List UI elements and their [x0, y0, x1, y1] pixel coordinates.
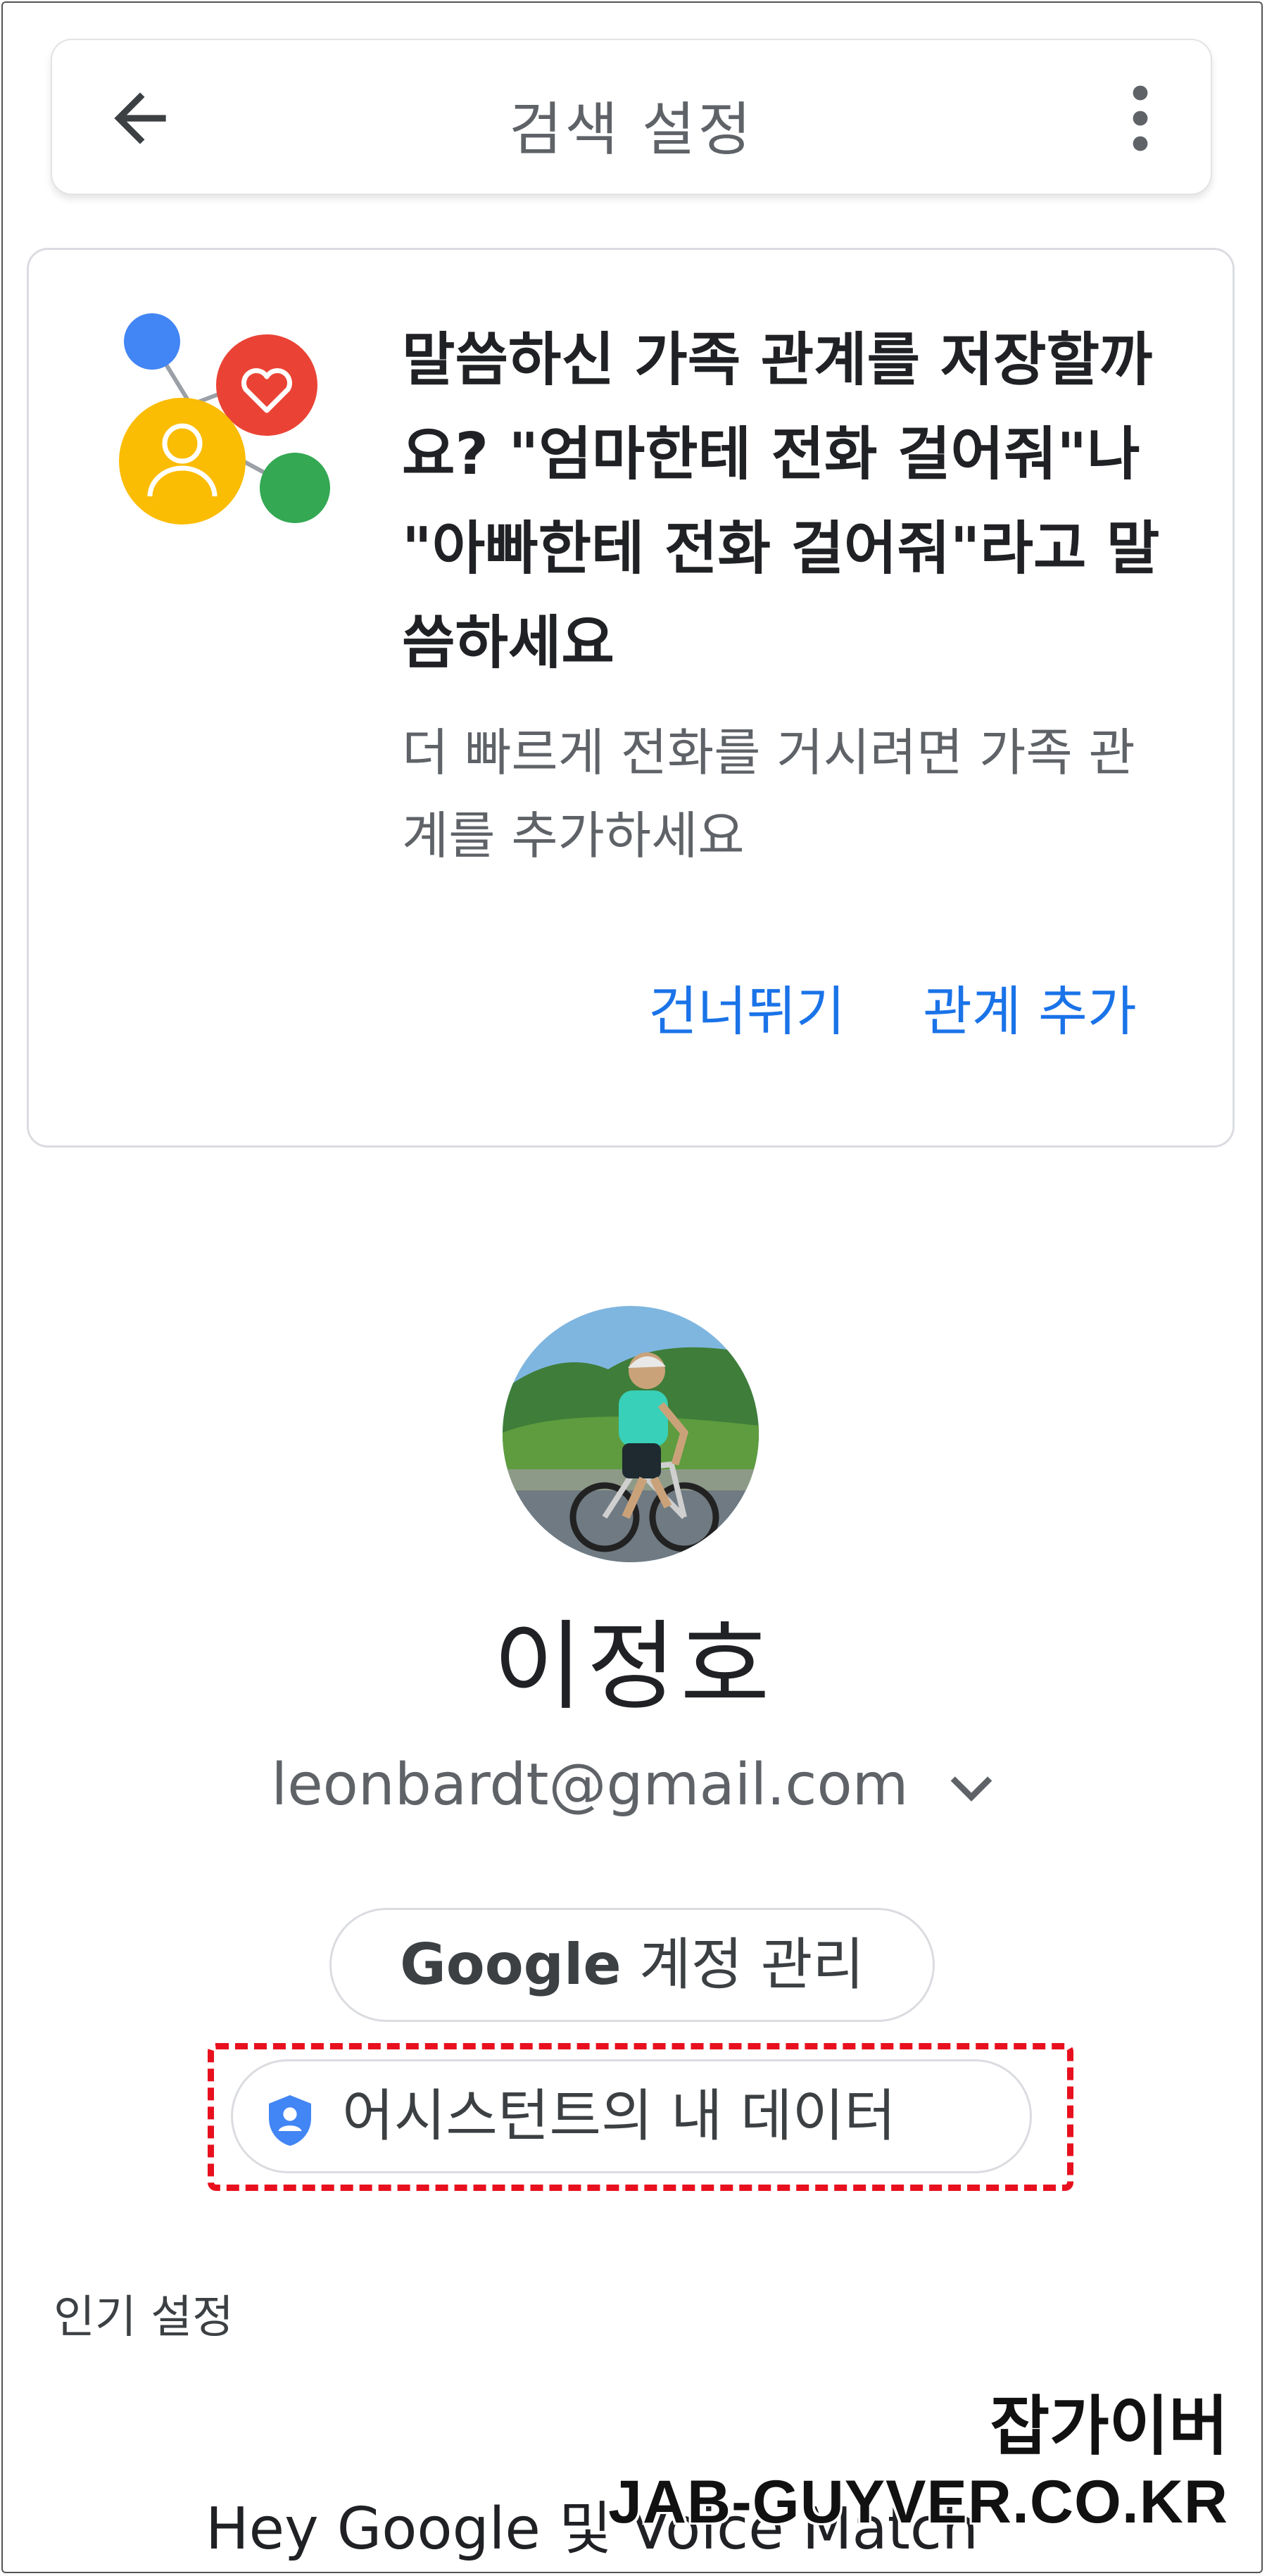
top-app-bar: 검색 설정 — [51, 39, 1212, 195]
more-vert-icon — [1133, 85, 1148, 151]
manage-account-label: 계정 관리 — [639, 1932, 864, 1997]
watermark-url: JAB-GUYVER.CO.KR — [608, 2468, 1228, 2536]
google-brand-label: Google — [400, 1932, 622, 1997]
cyclist-photo-icon — [503, 1306, 759, 1562]
watermark-korean: 잡가이버 — [990, 2389, 1228, 2464]
family-relationship-card: 말씀하신 가족 관계를 저장할까요? "엄마한테 전화 걸어줘"나 "아빠한테 … — [27, 248, 1235, 1148]
shield-person-icon — [269, 2095, 311, 2146]
add-relationship-button[interactable]: 관계 추가 — [923, 968, 1137, 1045]
chevron-down-icon — [950, 1776, 992, 1802]
my-data-label: 어시스턴트의 내 데이터 — [342, 2083, 896, 2149]
account-switcher[interactable]: leonbardt@gmail.com — [0, 1752, 1267, 1822]
account-email: leonbardt@gmail.com — [271, 1752, 909, 1818]
more-options-button[interactable] — [1112, 79, 1168, 158]
manage-google-account-button[interactable]: Google 계정 관리 — [329, 1908, 935, 2022]
section-header-popular: 인기 설정 — [53, 2292, 234, 2344]
page-title: 검색 설정 — [509, 96, 754, 163]
avatar[interactable] — [503, 1306, 759, 1562]
skip-button[interactable]: 건너뛰기 — [648, 968, 845, 1045]
assistant-my-data-button[interactable]: 어시스턴트의 내 데이터 — [231, 2059, 1032, 2173]
card-description: 더 빠르게 전화를 거시려면 가족 관계를 추가하세요 — [402, 723, 1135, 865]
card-title: 말씀하신 가족 관계를 저장할까요? "엄마한테 전화 걸어줘"나 "아빠한테 … — [402, 327, 1160, 677]
family-network-icon — [119, 313, 330, 524]
profile-name: 이정호 — [493, 1610, 774, 1723]
